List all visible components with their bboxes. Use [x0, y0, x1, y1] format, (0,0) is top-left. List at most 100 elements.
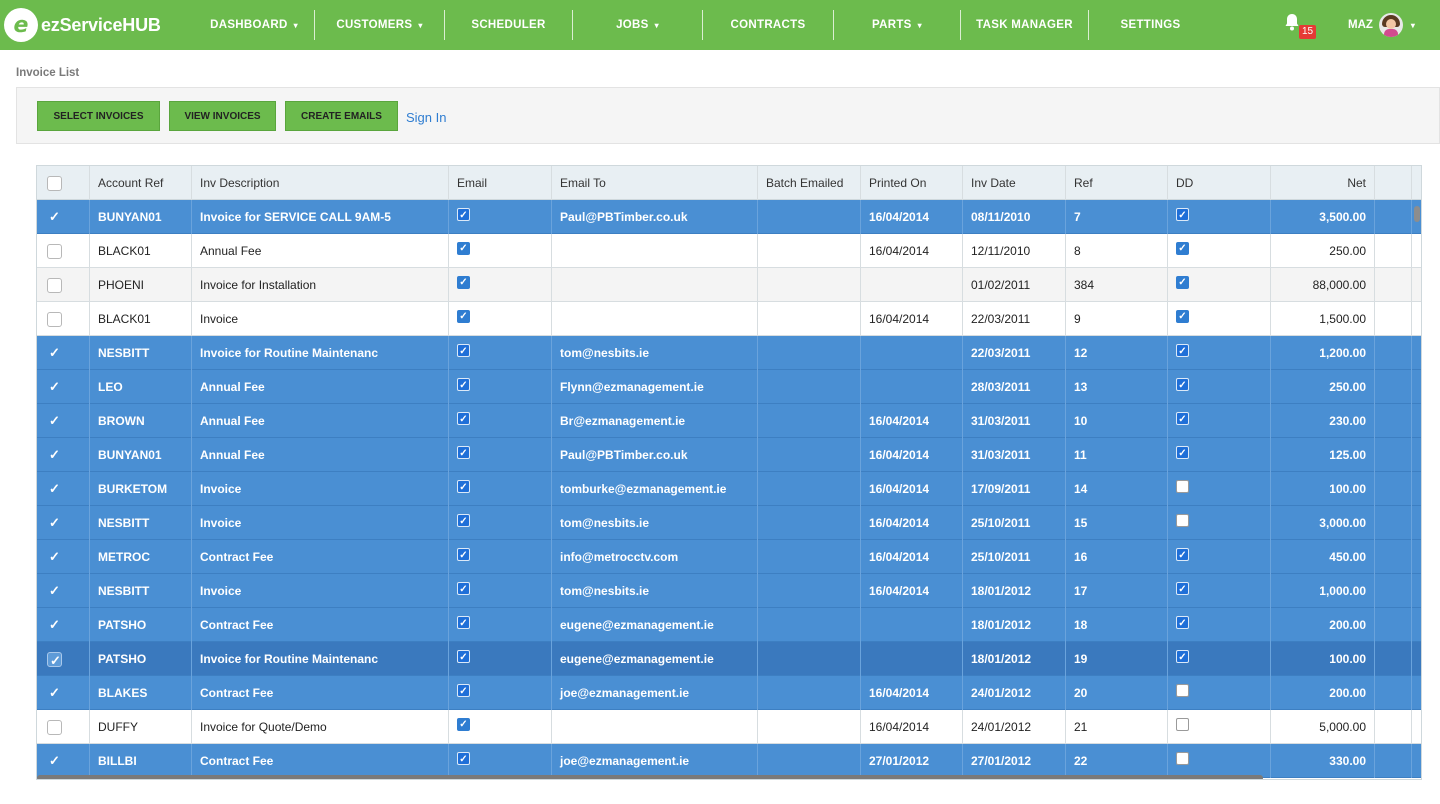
- checked-checkbox[interactable]: ✓: [457, 514, 470, 527]
- checked-checkbox[interactable]: ✓: [457, 752, 470, 765]
- column-header-net[interactable]: Net: [1271, 166, 1375, 200]
- nav-contracts[interactable]: CONTRACTS: [703, 10, 834, 40]
- notifications-button[interactable]: 15: [1285, 13, 1317, 39]
- select-all-checkbox[interactable]: [47, 176, 62, 191]
- brand[interactable]: e ezServiceHUB: [0, 0, 194, 50]
- checked-checkbox[interactable]: ✓: [1176, 276, 1189, 289]
- user-menu[interactable]: MAZ ▾: [1348, 12, 1415, 38]
- checked-checkbox[interactable]: ✓: [457, 412, 470, 425]
- row-select-cell[interactable]: ✓: [37, 574, 90, 608]
- checked-checkbox[interactable]: ✓: [1176, 446, 1189, 459]
- row-select-cell[interactable]: ✓: [37, 404, 90, 438]
- unchecked-checkbox[interactable]: [1176, 514, 1189, 527]
- column-header-ref[interactable]: Ref: [1066, 166, 1168, 200]
- checked-checkbox[interactable]: ✓: [457, 582, 470, 595]
- table-row[interactable]: ✓ LEO Annual Fee ✓ Flynn@ezmanagement.ie 28/0…: [37, 370, 1421, 404]
- row-select-cell[interactable]: ✓: [37, 642, 90, 676]
- row-select-cell[interactable]: ✓: [37, 676, 90, 710]
- row-select-cell[interactable]: [37, 268, 90, 302]
- checked-checkbox[interactable]: ✓: [457, 480, 470, 493]
- table-row[interactable]: DUFFY Invoice for Quote/Demo ✓ 16/04/2014 24…: [37, 710, 1421, 744]
- row-select-cell[interactable]: [37, 234, 90, 268]
- table-row[interactable]: ✓ BURKETOM Invoice ✓ tomburke@ezmanagement.i…: [37, 472, 1421, 506]
- table-row[interactable]: ✓ PATSHO Contract Fee ✓ eugene@ezmanagement.…: [37, 608, 1421, 642]
- row-select-cell[interactable]: ✓: [37, 336, 90, 370]
- checked-checkbox[interactable]: ✓: [1176, 378, 1189, 391]
- table-row[interactable]: ✓ BUNYAN01 Annual Fee ✓ Paul@PBTimber.co.uk 1…: [37, 438, 1421, 472]
- row-checkbox[interactable]: [47, 244, 62, 259]
- unchecked-checkbox[interactable]: [1176, 684, 1189, 697]
- checked-checkbox[interactable]: ✓: [1176, 242, 1189, 255]
- sign-in-link[interactable]: Sign In: [406, 110, 446, 125]
- row-checkbox[interactable]: [47, 278, 62, 293]
- checked-checkbox[interactable]: ✓: [457, 276, 470, 289]
- column-header-batch-emailed[interactable]: Batch Emailed: [758, 166, 861, 200]
- checked-checkbox[interactable]: ✓: [457, 446, 470, 459]
- vertical-scrollbar[interactable]: [1412, 200, 1421, 779]
- row-select-cell[interactable]: ✓: [37, 744, 90, 778]
- table-row[interactable]: BLACK01 Invoice ✓ 16/04/2014 22/03/2011 9 ✓ 1,5…: [37, 302, 1421, 336]
- table-row[interactable]: ✓ PATSHO Invoice for Routine Maintenanc ✓ eu…: [37, 642, 1421, 676]
- table-row[interactable]: PHOENI Invoice for Installation ✓ 01/02/201…: [37, 268, 1421, 302]
- row-select-cell[interactable]: ✓: [37, 438, 90, 472]
- row-checkbox[interactable]: ✓: [47, 652, 62, 668]
- column-header-email[interactable]: Email: [449, 166, 552, 200]
- checked-checkbox[interactable]: ✓: [1176, 344, 1189, 357]
- column-header-email-to[interactable]: Email To: [552, 166, 758, 200]
- row-checkbox[interactable]: [47, 312, 62, 327]
- checked-checkbox[interactable]: ✓: [1176, 310, 1189, 323]
- row-select-cell[interactable]: ✓: [37, 370, 90, 404]
- table-row[interactable]: ✓ BLAKES Contract Fee ✓ joe@ezmanagement.ie 1…: [37, 676, 1421, 710]
- unchecked-checkbox[interactable]: [1176, 752, 1189, 765]
- create-emails-button[interactable]: CREATE EMAILS: [285, 101, 398, 131]
- table-row[interactable]: ✓ BROWN Annual Fee ✓ Br@ezmanagement.ie 16/04…: [37, 404, 1421, 438]
- checked-checkbox[interactable]: ✓: [1176, 412, 1189, 425]
- table-row[interactable]: ✓ NESBITT Invoice ✓ tom@nesbits.ie 16/04/2014…: [37, 574, 1421, 608]
- row-select-cell[interactable]: ✓: [37, 506, 90, 540]
- column-header-inv-description[interactable]: Inv Description: [192, 166, 449, 200]
- nav-jobs[interactable]: JOBS ▾: [573, 10, 703, 40]
- horizontal-scrollbar[interactable]: [37, 775, 1263, 779]
- checked-checkbox[interactable]: ✓: [457, 718, 470, 731]
- column-header-dd[interactable]: DD: [1168, 166, 1271, 200]
- column-header-account-ref[interactable]: Account Ref: [90, 166, 192, 200]
- table-row[interactable]: BLACK01 Annual Fee ✓ 16/04/2014 12/11/2010 8 ✓…: [37, 234, 1421, 268]
- unchecked-checkbox[interactable]: [1176, 480, 1189, 493]
- row-checkbox[interactable]: [47, 720, 62, 735]
- table-row[interactable]: ✓ NESBITT Invoice ✓ tom@nesbits.ie 16/04/2014…: [37, 506, 1421, 540]
- nav-task-manager[interactable]: TASK MANAGER: [961, 10, 1089, 40]
- checked-checkbox[interactable]: ✓: [457, 208, 470, 221]
- table-row[interactable]: ✓ BILLBI Contract Fee ✓ joe@ezmanagement.ie 2…: [37, 744, 1421, 778]
- row-select-cell[interactable]: [37, 710, 90, 744]
- checked-checkbox[interactable]: ✓: [457, 344, 470, 357]
- unchecked-checkbox[interactable]: [1176, 718, 1189, 731]
- column-header-inv-date[interactable]: Inv Date: [963, 166, 1066, 200]
- table-row[interactable]: ✓ NESBITT Invoice for Routine Maintenanc ✓ t…: [37, 336, 1421, 370]
- checked-checkbox[interactable]: ✓: [1176, 650, 1189, 663]
- nav-parts[interactable]: PARTS ▾: [834, 10, 961, 40]
- row-select-cell[interactable]: ✓: [37, 472, 90, 506]
- checked-checkbox[interactable]: ✓: [457, 242, 470, 255]
- select-invoices-button[interactable]: SELECT INVOICES: [37, 101, 160, 131]
- nav-dashboard[interactable]: DASHBOARD ▾: [194, 10, 315, 40]
- row-select-cell[interactable]: ✓: [37, 540, 90, 574]
- nav-settings[interactable]: SETTINGS: [1089, 10, 1212, 40]
- column-header-printed-on[interactable]: Printed On: [861, 166, 963, 200]
- checked-checkbox[interactable]: ✓: [457, 650, 470, 663]
- checked-checkbox[interactable]: ✓: [1176, 616, 1189, 629]
- row-select-cell[interactable]: ✓: [37, 608, 90, 642]
- checked-checkbox[interactable]: ✓: [457, 378, 470, 391]
- nav-customers[interactable]: CUSTOMERS ▾: [315, 10, 445, 40]
- checked-checkbox[interactable]: ✓: [1176, 548, 1189, 561]
- checked-checkbox[interactable]: ✓: [1176, 208, 1189, 221]
- view-invoices-button[interactable]: VIEW INVOICES: [169, 101, 276, 131]
- table-row[interactable]: ✓ BUNYAN01 Invoice for SERVICE CALL 9AM-5 ✓…: [37, 200, 1421, 234]
- checked-checkbox[interactable]: ✓: [457, 616, 470, 629]
- checked-checkbox[interactable]: ✓: [457, 684, 470, 697]
- row-select-cell[interactable]: ✓: [37, 200, 90, 234]
- table-row[interactable]: ✓ METROC Contract Fee ✓ info@metrocctv.com 16…: [37, 540, 1421, 574]
- row-select-cell[interactable]: [37, 302, 90, 336]
- checked-checkbox[interactable]: ✓: [1176, 582, 1189, 595]
- checked-checkbox[interactable]: ✓: [457, 548, 470, 561]
- checked-checkbox[interactable]: ✓: [457, 310, 470, 323]
